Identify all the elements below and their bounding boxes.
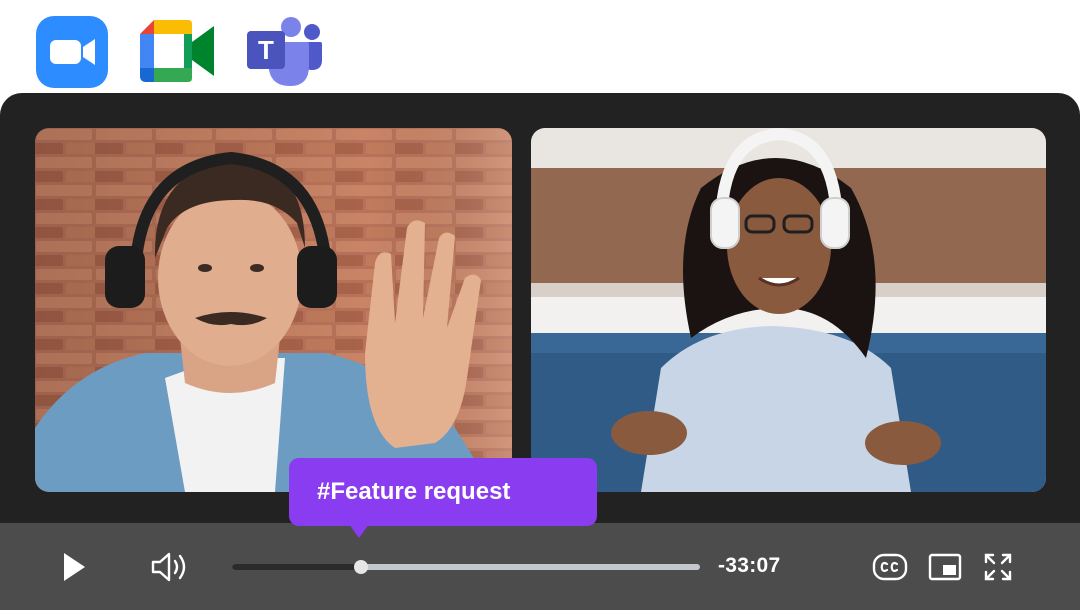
tag-tooltip-label: #Feature request xyxy=(317,478,511,505)
closed-captions-icon xyxy=(872,553,908,581)
participant-video-man[interactable] xyxy=(35,128,512,492)
tooltip-pointer xyxy=(349,524,369,538)
time-remaining: -33:07 xyxy=(718,554,781,577)
play-button[interactable] xyxy=(56,547,92,587)
progress-track[interactable] xyxy=(232,560,700,574)
fullscreen-button[interactable] xyxy=(980,547,1016,587)
volume-icon xyxy=(151,552,186,582)
play-icon xyxy=(64,553,85,581)
google-meet-logo-icon[interactable] xyxy=(140,20,214,82)
fullscreen-icon xyxy=(984,553,1012,581)
participant-video-woman[interactable] xyxy=(531,128,1046,492)
zoom-logo-icon[interactable] xyxy=(36,16,108,88)
teams-logo-letter: T xyxy=(258,35,274,65)
video-call-player: -33:07 xyxy=(0,93,1080,610)
volume-button[interactable] xyxy=(148,547,194,587)
picture-in-picture-icon xyxy=(928,553,962,581)
control-bar: -33:07 xyxy=(0,523,1080,610)
progress-played xyxy=(232,564,361,570)
progress-thumb[interactable] xyxy=(353,560,368,574)
closed-captions-button[interactable] xyxy=(868,549,912,585)
picture-in-picture-button[interactable] xyxy=(924,549,966,585)
teams-logo-icon[interactable]: T xyxy=(247,16,322,86)
tag-tooltip[interactable]: #Feature request xyxy=(289,458,597,538)
